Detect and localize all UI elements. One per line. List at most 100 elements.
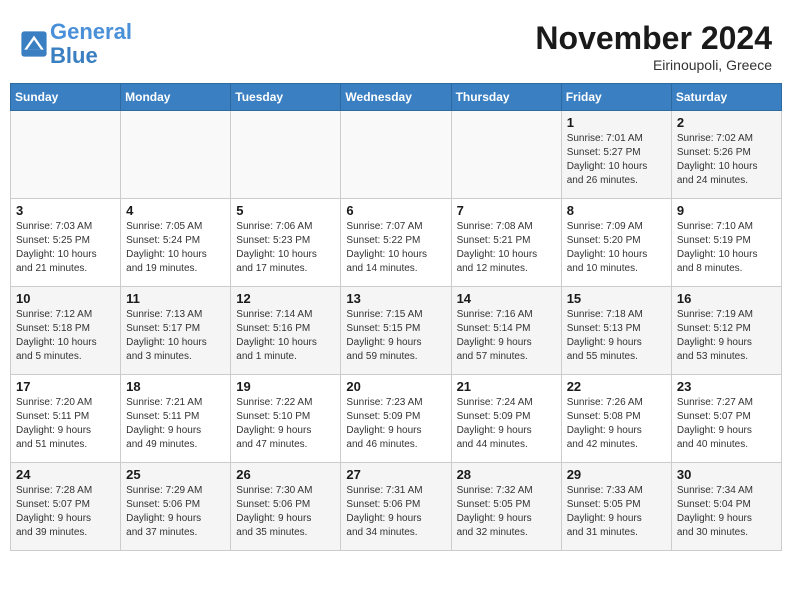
logo-line1: General bbox=[50, 19, 132, 44]
day-number: 9 bbox=[677, 203, 776, 218]
day-info: Sunrise: 7:09 AM Sunset: 5:20 PM Dayligh… bbox=[567, 220, 666, 276]
calendar-cell bbox=[451, 111, 561, 199]
calendar-cell: 21 Sunrise: 7:24 AM Sunset: 5:09 PM Dayli… bbox=[451, 375, 561, 463]
calendar-week-row: 3 Sunrise: 7:03 AM Sunset: 5:25 PM Daylig… bbox=[11, 199, 782, 287]
calendar-cell: 24Sunrise: 7:28 AM Sunset: 5:07 PM Dayli… bbox=[11, 463, 121, 551]
calendar-cell: 29 Sunrise: 7:33 AM Sunset: 5:05 PM Dayli… bbox=[561, 463, 671, 551]
day-info: Sunrise: 7:06 AM Sunset: 5:23 PM Dayligh… bbox=[236, 220, 335, 276]
day-info: Sunrise: 7:32 AM Sunset: 5:05 PM Dayligh… bbox=[457, 484, 556, 540]
calendar-week-row: 17Sunrise: 7:20 AM Sunset: 5:11 PM Dayli… bbox=[11, 375, 782, 463]
day-info: Sunrise: 7:10 AM Sunset: 5:19 PM Dayligh… bbox=[677, 220, 776, 276]
day-info: Sunrise: 7:07 AM Sunset: 5:22 PM Dayligh… bbox=[346, 220, 445, 276]
day-info: Sunrise: 7:30 AM Sunset: 5:06 PM Dayligh… bbox=[236, 484, 335, 540]
day-number: 14 bbox=[457, 291, 556, 306]
day-number: 29 bbox=[567, 467, 666, 482]
calendar-cell: 12 Sunrise: 7:14 AM Sunset: 5:16 PM Dayli… bbox=[231, 287, 341, 375]
day-info: Sunrise: 7:13 AM Sunset: 5:17 PM Dayligh… bbox=[126, 308, 225, 364]
calendar-cell: 19 Sunrise: 7:22 AM Sunset: 5:10 PM Dayli… bbox=[231, 375, 341, 463]
calendar-cell bbox=[341, 111, 451, 199]
logo-line2: Blue bbox=[50, 43, 98, 68]
day-info: Sunrise: 7:18 AM Sunset: 5:13 PM Dayligh… bbox=[567, 308, 666, 364]
weekday-header: Wednesday bbox=[341, 84, 451, 111]
day-number: 13 bbox=[346, 291, 445, 306]
day-info: Sunrise: 7:27 AM Sunset: 5:07 PM Dayligh… bbox=[677, 396, 776, 452]
title-block: November 2024 Eirinoupoli, Greece bbox=[535, 20, 772, 73]
location: Eirinoupoli, Greece bbox=[535, 57, 772, 73]
calendar-cell: 14 Sunrise: 7:16 AM Sunset: 5:14 PM Dayli… bbox=[451, 287, 561, 375]
calendar-header-row: SundayMondayTuesdayWednesdayThursdayFrid… bbox=[11, 84, 782, 111]
day-info: Sunrise: 7:22 AM Sunset: 5:10 PM Dayligh… bbox=[236, 396, 335, 452]
logo-icon bbox=[20, 30, 48, 58]
day-number: 16 bbox=[677, 291, 776, 306]
day-number: 27 bbox=[346, 467, 445, 482]
day-info: Sunrise: 7:08 AM Sunset: 5:21 PM Dayligh… bbox=[457, 220, 556, 276]
day-number: 21 bbox=[457, 379, 556, 394]
day-info: Sunrise: 7:15 AM Sunset: 5:15 PM Dayligh… bbox=[346, 308, 445, 364]
calendar-cell: 13 Sunrise: 7:15 AM Sunset: 5:15 PM Dayli… bbox=[341, 287, 451, 375]
day-info: Sunrise: 7:26 AM Sunset: 5:08 PM Dayligh… bbox=[567, 396, 666, 452]
calendar-cell: 15 Sunrise: 7:18 AM Sunset: 5:13 PM Dayli… bbox=[561, 287, 671, 375]
calendar-cell: 4 Sunrise: 7:05 AM Sunset: 5:24 PM Daylig… bbox=[121, 199, 231, 287]
calendar-week-row: 1 Sunrise: 7:01 AM Sunset: 5:27 PM Daylig… bbox=[11, 111, 782, 199]
calendar-cell: 25 Sunrise: 7:29 AM Sunset: 5:06 PM Dayli… bbox=[121, 463, 231, 551]
calendar-cell: 6Sunrise: 7:07 AM Sunset: 5:22 PM Daylig… bbox=[341, 199, 451, 287]
day-info: Sunrise: 7:24 AM Sunset: 5:09 PM Dayligh… bbox=[457, 396, 556, 452]
calendar-cell: 8Sunrise: 7:09 AM Sunset: 5:20 PM Daylig… bbox=[561, 199, 671, 287]
day-info: Sunrise: 7:33 AM Sunset: 5:05 PM Dayligh… bbox=[567, 484, 666, 540]
day-number: 22 bbox=[567, 379, 666, 394]
day-info: Sunrise: 7:28 AM Sunset: 5:07 PM Dayligh… bbox=[16, 484, 115, 540]
calendar-cell: 9 Sunrise: 7:10 AM Sunset: 5:19 PM Daylig… bbox=[671, 199, 781, 287]
calendar-cell bbox=[11, 111, 121, 199]
weekday-header: Saturday bbox=[671, 84, 781, 111]
day-number: 28 bbox=[457, 467, 556, 482]
calendar-cell: 5 Sunrise: 7:06 AM Sunset: 5:23 PM Daylig… bbox=[231, 199, 341, 287]
day-info: Sunrise: 7:20 AM Sunset: 5:11 PM Dayligh… bbox=[16, 396, 115, 452]
calendar-week-row: 24Sunrise: 7:28 AM Sunset: 5:07 PM Dayli… bbox=[11, 463, 782, 551]
calendar-cell: 26Sunrise: 7:30 AM Sunset: 5:06 PM Dayli… bbox=[231, 463, 341, 551]
logo: General Blue bbox=[20, 20, 132, 68]
day-number: 1 bbox=[567, 115, 666, 130]
day-info: Sunrise: 7:05 AM Sunset: 5:24 PM Dayligh… bbox=[126, 220, 225, 276]
logo-text: General Blue bbox=[50, 20, 132, 68]
day-number: 19 bbox=[236, 379, 335, 394]
month-title: November 2024 bbox=[535, 20, 772, 57]
calendar-cell: 27 Sunrise: 7:31 AM Sunset: 5:06 PM Dayli… bbox=[341, 463, 451, 551]
calendar-cell: 22 Sunrise: 7:26 AM Sunset: 5:08 PM Dayli… bbox=[561, 375, 671, 463]
day-number: 30 bbox=[677, 467, 776, 482]
calendar-cell: 17Sunrise: 7:20 AM Sunset: 5:11 PM Dayli… bbox=[11, 375, 121, 463]
day-info: Sunrise: 7:31 AM Sunset: 5:06 PM Dayligh… bbox=[346, 484, 445, 540]
day-number: 3 bbox=[16, 203, 115, 218]
calendar-cell: 28 Sunrise: 7:32 AM Sunset: 5:05 PM Dayli… bbox=[451, 463, 561, 551]
day-number: 7 bbox=[457, 203, 556, 218]
day-number: 18 bbox=[126, 379, 225, 394]
calendar-cell: 2Sunrise: 7:02 AM Sunset: 5:26 PM Daylig… bbox=[671, 111, 781, 199]
day-number: 25 bbox=[126, 467, 225, 482]
day-info: Sunrise: 7:03 AM Sunset: 5:25 PM Dayligh… bbox=[16, 220, 115, 276]
day-info: Sunrise: 7:16 AM Sunset: 5:14 PM Dayligh… bbox=[457, 308, 556, 364]
calendar-cell: 16 Sunrise: 7:19 AM Sunset: 5:12 PM Dayli… bbox=[671, 287, 781, 375]
weekday-header: Sunday bbox=[11, 84, 121, 111]
day-info: Sunrise: 7:19 AM Sunset: 5:12 PM Dayligh… bbox=[677, 308, 776, 364]
calendar-cell: 18 Sunrise: 7:21 AM Sunset: 5:11 PM Dayli… bbox=[121, 375, 231, 463]
day-number: 15 bbox=[567, 291, 666, 306]
day-number: 5 bbox=[236, 203, 335, 218]
day-info: Sunrise: 7:01 AM Sunset: 5:27 PM Dayligh… bbox=[567, 132, 666, 188]
day-info: Sunrise: 7:12 AM Sunset: 5:18 PM Dayligh… bbox=[16, 308, 115, 364]
calendar-cell: 3 Sunrise: 7:03 AM Sunset: 5:25 PM Daylig… bbox=[11, 199, 121, 287]
day-info: Sunrise: 7:29 AM Sunset: 5:06 PM Dayligh… bbox=[126, 484, 225, 540]
calendar-cell: 20Sunrise: 7:23 AM Sunset: 5:09 PM Dayli… bbox=[341, 375, 451, 463]
calendar-cell bbox=[121, 111, 231, 199]
day-number: 12 bbox=[236, 291, 335, 306]
day-number: 11 bbox=[126, 291, 225, 306]
weekday-header: Tuesday bbox=[231, 84, 341, 111]
weekday-header: Monday bbox=[121, 84, 231, 111]
day-number: 20 bbox=[346, 379, 445, 394]
calendar-cell: 10 Sunrise: 7:12 AM Sunset: 5:18 PM Dayli… bbox=[11, 287, 121, 375]
day-info: Sunrise: 7:21 AM Sunset: 5:11 PM Dayligh… bbox=[126, 396, 225, 452]
day-number: 10 bbox=[16, 291, 115, 306]
day-info: Sunrise: 7:02 AM Sunset: 5:26 PM Dayligh… bbox=[677, 132, 776, 188]
calendar-table: SundayMondayTuesdayWednesdayThursdayFrid… bbox=[10, 83, 782, 551]
calendar-cell: 30Sunrise: 7:34 AM Sunset: 5:04 PM Dayli… bbox=[671, 463, 781, 551]
day-number: 4 bbox=[126, 203, 225, 218]
day-info: Sunrise: 7:14 AM Sunset: 5:16 PM Dayligh… bbox=[236, 308, 335, 364]
